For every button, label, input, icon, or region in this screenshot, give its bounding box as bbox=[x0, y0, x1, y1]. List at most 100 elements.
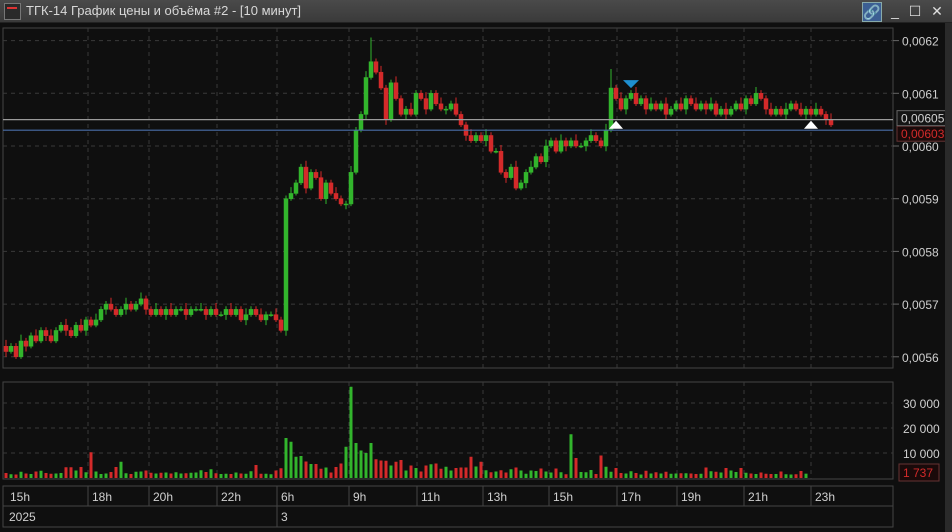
volume-bar bbox=[244, 473, 248, 478]
candle-up bbox=[193, 309, 199, 311]
candle-down bbox=[408, 108, 414, 115]
volume-bar bbox=[214, 473, 218, 478]
volume-bar bbox=[309, 464, 313, 478]
candle-up bbox=[783, 108, 789, 115]
candle-down bbox=[723, 108, 729, 115]
candle-up bbox=[638, 98, 644, 105]
candle-up bbox=[528, 166, 534, 173]
candle-up bbox=[283, 198, 289, 331]
candle-down bbox=[43, 330, 49, 336]
volume-bar bbox=[569, 434, 573, 478]
volume-bar bbox=[704, 467, 708, 478]
volume-bar bbox=[719, 472, 723, 478]
volume-bar bbox=[759, 472, 763, 478]
candle-down bbox=[553, 140, 559, 152]
candle-down bbox=[113, 309, 119, 315]
volume-bar bbox=[414, 468, 418, 478]
volume-bar bbox=[209, 469, 213, 478]
volume-bar bbox=[664, 471, 668, 478]
candle-down bbox=[393, 82, 399, 99]
volume-bar bbox=[479, 461, 483, 478]
volume-bar bbox=[104, 473, 108, 478]
candle-up bbox=[813, 108, 819, 115]
volume-bar bbox=[54, 473, 58, 478]
sell-marker-icon bbox=[623, 80, 639, 89]
candle-up bbox=[83, 319, 89, 331]
candle-up bbox=[803, 108, 809, 115]
volume-bar bbox=[169, 473, 173, 478]
volume-bar bbox=[89, 452, 93, 478]
candle-up bbox=[173, 309, 179, 315]
volume-bar bbox=[619, 473, 623, 478]
price-axis-label: 0,0059 bbox=[902, 193, 939, 207]
volume-bar bbox=[609, 471, 613, 478]
time-axis-label: 18h bbox=[92, 490, 112, 504]
candle-up bbox=[708, 103, 714, 110]
candle-up bbox=[413, 93, 419, 115]
candle-down bbox=[808, 108, 814, 115]
volume-bar bbox=[434, 463, 438, 478]
candle-up bbox=[523, 172, 529, 184]
candle-up bbox=[728, 108, 734, 115]
candle-down bbox=[303, 166, 309, 189]
candle-up bbox=[608, 87, 614, 131]
volume-bar bbox=[184, 473, 188, 478]
candle-up bbox=[58, 324, 64, 331]
candle-up bbox=[403, 108, 409, 115]
candle-up bbox=[718, 108, 724, 115]
volume-bar bbox=[109, 472, 113, 478]
volume-bar bbox=[649, 473, 653, 478]
candle-down bbox=[108, 303, 114, 310]
volume-bar bbox=[94, 471, 98, 478]
candle-up bbox=[588, 135, 594, 141]
volume-bar bbox=[444, 466, 448, 478]
candle-down bbox=[693, 103, 699, 110]
price-volume-chart[interactable]: 0,0056 0,0057 0,0058 0,0059 0,0060 0,0061 0,00… bbox=[0, 0, 952, 532]
volume-bar bbox=[494, 471, 498, 478]
candle-down bbox=[273, 314, 279, 321]
volume-bar bbox=[549, 472, 553, 478]
volume-bar bbox=[714, 471, 718, 478]
candle-down bbox=[3, 346, 9, 352]
price-axis-label: 0,0058 bbox=[902, 245, 939, 259]
candle-up bbox=[268, 314, 274, 316]
candle-down bbox=[663, 103, 669, 115]
candle-down bbox=[618, 98, 624, 110]
candle-down bbox=[258, 314, 264, 321]
volume-bar bbox=[499, 470, 503, 478]
candle-up bbox=[673, 103, 679, 110]
candle-down bbox=[378, 71, 384, 89]
volume-bar bbox=[289, 441, 293, 478]
volume-bar bbox=[564, 474, 568, 478]
candle-down bbox=[513, 166, 519, 189]
candle-up bbox=[658, 103, 664, 110]
buy-marker-icon bbox=[804, 120, 818, 129]
candle-down bbox=[313, 172, 319, 178]
candle-down bbox=[818, 108, 824, 115]
date-axis-label: 3 bbox=[281, 510, 288, 524]
volume-bar bbox=[4, 473, 8, 478]
time-axis-label: 21h bbox=[748, 490, 768, 504]
candle-down bbox=[158, 309, 164, 315]
candle-up bbox=[508, 166, 514, 178]
volume-bar bbox=[279, 468, 283, 478]
volume-bar bbox=[394, 461, 398, 478]
volume-bar bbox=[294, 456, 298, 478]
candle-down bbox=[793, 103, 799, 110]
volume-bar bbox=[34, 471, 38, 478]
volume-bar bbox=[534, 471, 538, 478]
candle-up bbox=[483, 135, 489, 141]
candle-down bbox=[453, 103, 459, 115]
candle-down bbox=[498, 151, 504, 173]
volume-bar bbox=[464, 467, 468, 478]
candle-down bbox=[373, 61, 379, 73]
candle-down bbox=[13, 346, 19, 358]
candle-up bbox=[743, 98, 749, 110]
volume-bar bbox=[709, 471, 713, 478]
volume-bar bbox=[489, 472, 493, 478]
volume-bar bbox=[129, 474, 133, 478]
candle-up bbox=[363, 77, 369, 115]
volume-bar bbox=[684, 473, 688, 478]
candle-up bbox=[733, 103, 739, 110]
volume-bar bbox=[334, 467, 338, 478]
